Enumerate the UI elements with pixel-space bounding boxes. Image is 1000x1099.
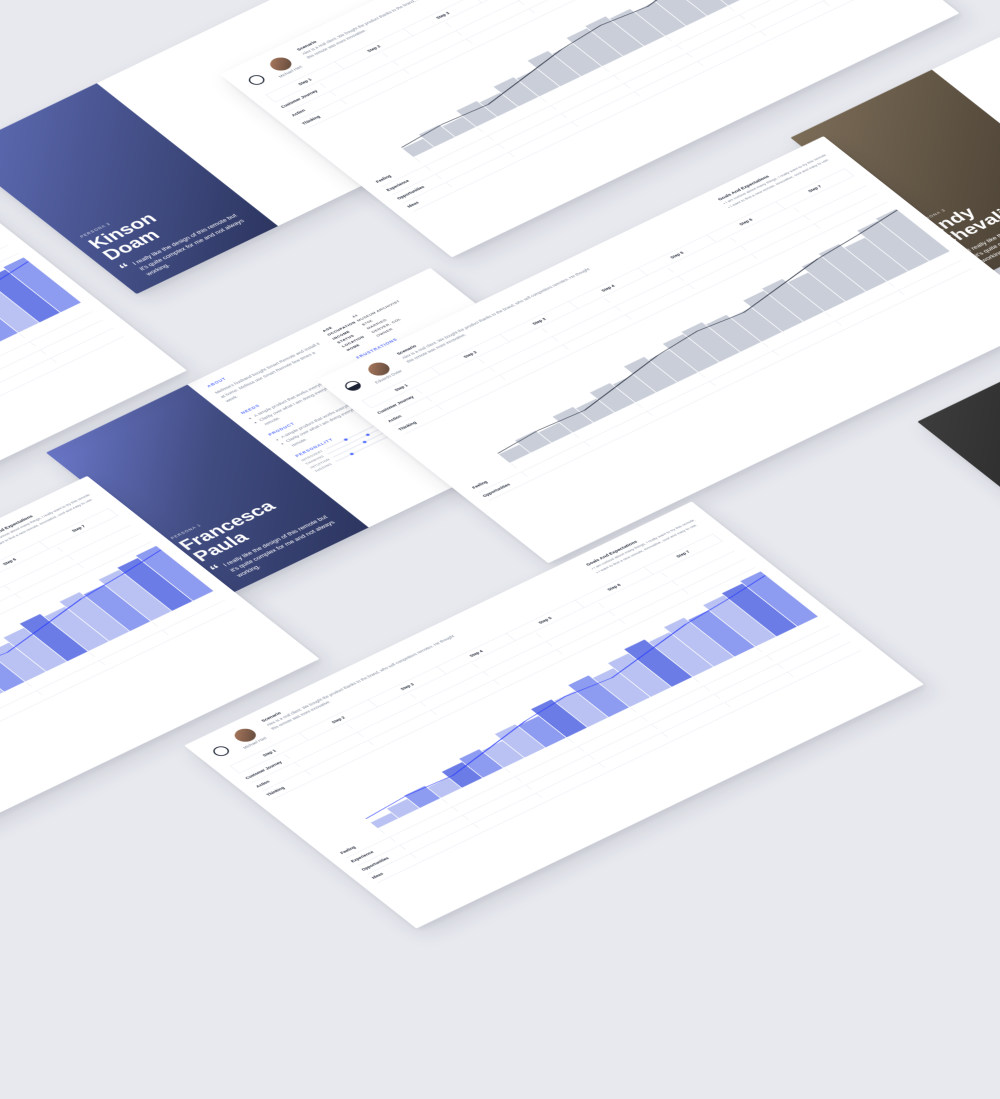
chart-bar [117,558,192,611]
lane-cell [636,373,705,408]
goal-item: • I am curious about many things, I real… [722,153,829,206]
chart-bar [593,668,650,707]
chart-bar [608,653,671,696]
avatar: Michael Hart [227,725,268,750]
persona-quote: “ I really like the design of this remot… [210,511,351,585]
persona-body: AGE 44OCCUPATION MUSEUM ARCHIVISTINCOME … [187,268,611,528]
chart-bar [703,595,776,646]
brand-logo-icon [246,73,268,87]
lane-cell [0,594,21,629]
chart-bar [722,583,797,636]
avatar: Michael Hart [263,54,304,79]
chart-bar [688,610,755,656]
journey-map-purple-3: Michael HartScenarioAlex is a real clien… [184,501,924,928]
lane-cells [0,600,231,816]
journey-lane: Action [252,551,745,792]
chart-bar [624,640,692,687]
lane-cells [295,551,741,767]
persona-tag: PERSONA 1 [170,479,294,540]
chart-bar [136,546,213,601]
isometric-stage: PERSONA 1 Francesca Paula “ I really lik… [0,0,1000,982]
chart-bar [664,618,734,667]
chart-bar [531,699,587,737]
lane-label: Action [384,397,437,426]
lane-cells [400,634,846,850]
chart-bar [568,675,629,717]
chart-bar [20,614,88,661]
persona-name: Francesca Paula [175,483,325,564]
chart-bar [740,572,817,627]
chart-bar [613,375,656,403]
chart-bar [84,585,151,631]
journey-lane: Opportunities [0,600,235,841]
chart-bar [99,570,172,621]
persona-photo [917,354,1000,565]
persona-quote-text: I really like the design of this remote … [221,511,349,579]
chart-bar [59,592,129,641]
feeling-tag: Lost [510,360,522,367]
lane-cell [823,0,892,6]
journey-lane: Customer Journey [241,543,734,784]
kv-row: STATUS MARRIED [335,290,446,345]
lane-cell [511,434,580,469]
chart-bar [3,628,66,671]
chart-bar [44,607,108,651]
chart-bar [649,632,713,676]
